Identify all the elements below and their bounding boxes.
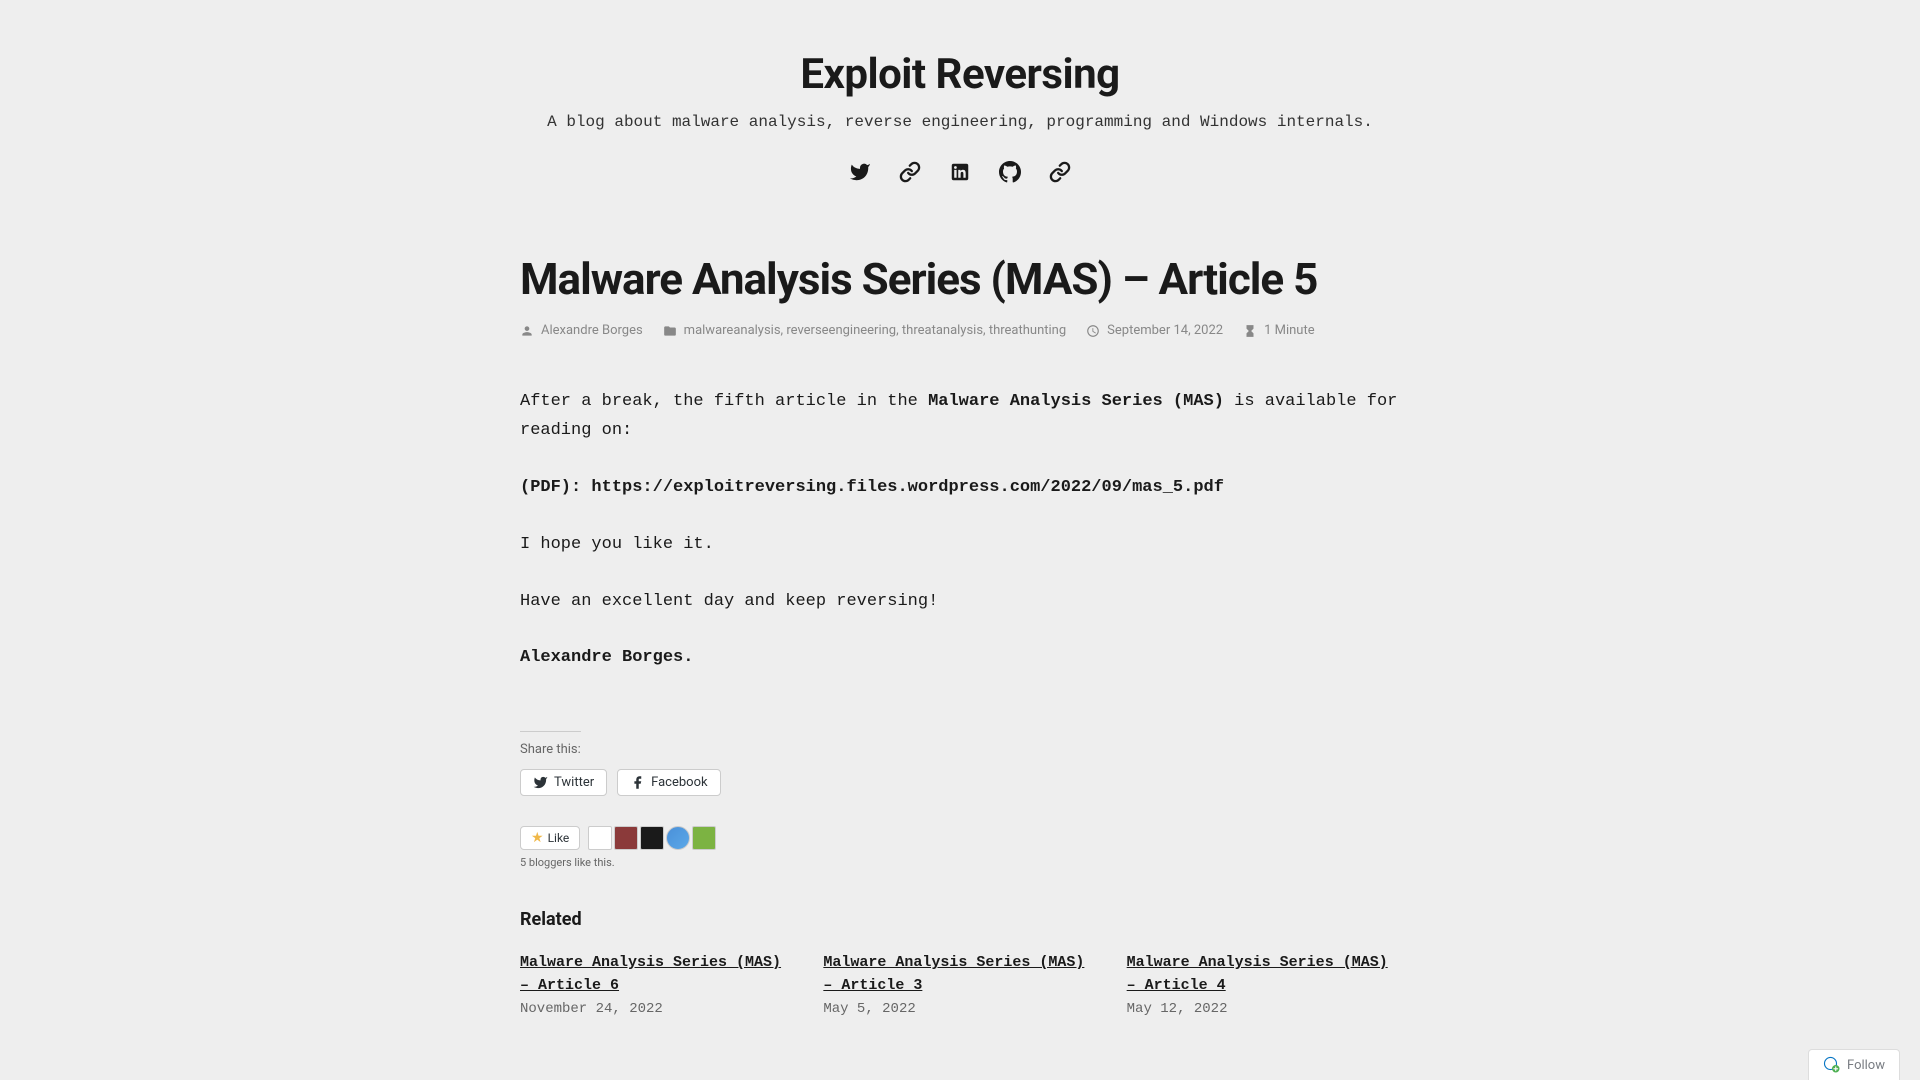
related-link[interactable]: Malware Analysis Series (MAS) – Article … (520, 952, 793, 997)
signature: Alexandre Borges. (520, 644, 1400, 673)
meta-readtime: 1 Minute (1243, 323, 1315, 338)
tag-link[interactable]: threatanalysis (902, 323, 983, 338)
pdf-link[interactable]: https://exploitreversing.files.wordpress… (591, 478, 1224, 497)
paragraph: After a break, the fifth article in the … (520, 388, 1400, 446)
facebook-icon (630, 775, 645, 790)
folder-icon (663, 324, 677, 338)
person-icon (520, 324, 534, 338)
share-section: Share this: (520, 731, 581, 757)
social-nav (520, 161, 1400, 183)
avatar[interactable] (640, 826, 664, 850)
github-icon[interactable] (999, 161, 1021, 183)
liker-avatars (588, 826, 716, 850)
likes-section: ★ Like (520, 826, 1400, 850)
avatar[interactable] (588, 826, 612, 850)
share-facebook-button[interactable]: Facebook (617, 769, 720, 796)
share-twitter-button[interactable]: Twitter (520, 769, 607, 796)
related-item: Malware Analysis Series (MAS) – Article … (520, 952, 793, 1017)
related-link[interactable]: Malware Analysis Series (MAS) – Article … (823, 952, 1096, 997)
paragraph-pdf: (PDF): https://exploitreversing.files.wo… (520, 474, 1400, 503)
related-title: Related (520, 909, 1400, 930)
site-title[interactable]: Exploit Reversing (520, 50, 1400, 99)
avatar[interactable] (614, 826, 638, 850)
tag-link[interactable]: threathunting (989, 323, 1066, 338)
likes-text: 5 bloggers like this. (520, 856, 1400, 869)
related-date: November 24, 2022 (520, 1001, 793, 1017)
follow-widget[interactable]: Follow (1808, 1049, 1900, 1080)
paragraph: Have an excellent day and keep reversing… (520, 588, 1400, 617)
site-header: Exploit Reversing A blog about malware a… (520, 50, 1400, 183)
related-date: May 12, 2022 (1127, 1001, 1400, 1017)
related-section: Related Malware Analysis Series (MAS) – … (520, 909, 1400, 1017)
post: Malware Analysis Series (MAS) – Article … (520, 253, 1400, 1017)
related-grid: Malware Analysis Series (MAS) – Article … (520, 952, 1400, 1017)
related-link[interactable]: Malware Analysis Series (MAS) – Article … (1127, 952, 1400, 997)
avatar[interactable] (666, 826, 690, 850)
date-link[interactable]: September 14, 2022 (1107, 323, 1223, 338)
link-icon[interactable] (899, 161, 921, 183)
meta-date: September 14, 2022 (1086, 323, 1223, 338)
post-title: Malware Analysis Series (MAS) – Article … (520, 253, 1400, 305)
share-label: Share this: (520, 742, 581, 757)
like-button[interactable]: ★ Like (520, 826, 580, 850)
tag-link[interactable]: reverseengineering (786, 323, 896, 338)
linkedin-icon[interactable] (949, 161, 971, 183)
share-buttons: Twitter Facebook (520, 769, 1400, 796)
site-tagline: A blog about malware analysis, reverse e… (520, 113, 1400, 131)
wordpress-plus-icon (1823, 1056, 1841, 1074)
meta-tags: malwareanalysis, reverseengineering, thr… (663, 323, 1067, 338)
post-content: After a break, the fifth article in the … (520, 388, 1400, 673)
post-meta: Alexandre Borges malwareanalysis, revers… (520, 323, 1400, 338)
author-link[interactable]: Alexandre Borges (541, 323, 643, 338)
paragraph: I hope you like it. (520, 531, 1400, 560)
twitter-icon (533, 775, 548, 790)
meta-author: Alexandre Borges (520, 323, 643, 338)
tag-link[interactable]: malwareanalysis (684, 323, 781, 338)
avatar[interactable] (692, 826, 716, 850)
related-item: Malware Analysis Series (MAS) – Article … (1127, 952, 1400, 1017)
twitter-icon[interactable] (849, 161, 871, 183)
related-item: Malware Analysis Series (MAS) – Article … (823, 952, 1096, 1017)
clock-icon (1086, 324, 1100, 338)
hourglass-icon (1243, 324, 1257, 338)
star-icon: ★ (531, 830, 544, 846)
related-date: May 5, 2022 (823, 1001, 1096, 1017)
readtime-text: 1 Minute (1264, 323, 1315, 338)
link2-icon[interactable] (1049, 161, 1071, 183)
